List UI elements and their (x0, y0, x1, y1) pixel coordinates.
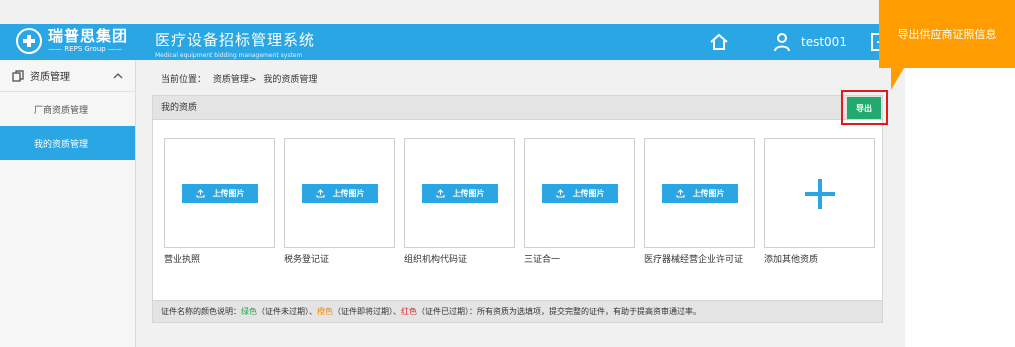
legend-red: 红色 (401, 307, 417, 316)
user-icon[interactable] (773, 32, 791, 52)
card-image-area: 上传图片 (284, 138, 395, 248)
callout-pointer (891, 68, 904, 90)
export-button[interactable]: 导出 (847, 97, 881, 119)
upload-button-label: 上传图片 (332, 189, 365, 198)
home-icon[interactable] (709, 32, 729, 52)
color-legend: 证件名称的颜色说明：绿色（证件未过期）、橙色（证件即将过期）、红色（证件已过期）… (153, 300, 882, 322)
qualification-card: 上传图片 营业执照 (164, 138, 275, 265)
system-title: 医疗设备招标管理系统 Medical equipment bidding man… (155, 29, 315, 59)
callout-tooltip: 导出供应商证照信息 (879, 0, 1015, 68)
qualification-card: 上传图片 医疗器械经营企业许可证 (644, 138, 755, 265)
upload-image-button[interactable]: 上传图片 (662, 184, 738, 203)
breadcrumb-link-qualification[interactable]: 资质管理> (213, 75, 257, 85)
system-title-en: Medical equipment bidding management sys… (155, 52, 303, 59)
sidebar-item-label: 厂商资质管理 (34, 105, 89, 116)
card-image-area: 上传图片 (164, 138, 275, 248)
legend-green-desc: （证件未过期）、 (257, 307, 317, 316)
upload-icon (195, 189, 205, 198)
app-shell: 瑞普思集团 —— REPS Group —— 医疗设备招标管理系统 Medica… (0, 0, 905, 347)
sidebar-item-label: 我的资质管理 (34, 139, 89, 150)
card-image-area: 上传图片 (404, 138, 515, 248)
breadcrumb-prefix: 当前位置： (161, 75, 207, 85)
qualification-card: 上传图片 组织机构代码证 (404, 138, 515, 265)
card-label: 营业执照 (164, 255, 201, 265)
brand-logo[interactable]: 瑞普思集团 —— REPS Group —— (16, 28, 128, 54)
upload-image-button[interactable]: 上传图片 (302, 184, 378, 203)
qualification-panel: 我的资质 上传图片 营业执照 上传图片 税务登记证 上传图片 组织机构代码证 上… (152, 95, 883, 323)
card-image-area: 上传图片 (644, 138, 755, 248)
upload-image-button[interactable]: 上传图片 (542, 184, 618, 203)
top-header: 瑞普思集团 —— REPS Group —— 医疗设备招标管理系统 Medica… (0, 24, 905, 60)
upload-image-button[interactable]: 上传图片 (422, 184, 498, 203)
qualification-card: 上传图片 税务登记证 (284, 138, 395, 265)
brand-name-cn: 瑞普思集团 (48, 27, 129, 45)
legend-orange-desc: （证件即将过期）、 (333, 307, 401, 316)
legend-orange: 橙色 (317, 307, 333, 316)
upload-image-button[interactable]: 上传图片 (182, 184, 258, 203)
add-card-area[interactable] (764, 138, 875, 248)
current-user[interactable]: test001 (801, 35, 847, 49)
brand-name-en: —— REPS Group —— (48, 45, 122, 53)
upload-icon (675, 189, 685, 198)
breadcrumb: 当前位置： 资质管理> 我的资质管理 (161, 72, 321, 85)
upload-button-label: 上传图片 (572, 189, 605, 198)
logo-cross-icon (16, 28, 42, 54)
plus-icon[interactable] (805, 179, 835, 209)
sidebar-item-vendor-qualification[interactable]: 厂商资质管理 (0, 92, 135, 126)
qualification-cards: 上传图片 营业执照 上传图片 税务登记证 上传图片 组织机构代码证 上传图片 三… (164, 138, 884, 265)
upload-button-label: 上传图片 (692, 189, 725, 198)
upload-button-label: 上传图片 (212, 189, 245, 198)
qualification-card: 上传图片 三证合一 (524, 138, 635, 265)
logo-text: 瑞普思集团 —— REPS Group —— (48, 29, 128, 53)
documents-icon (12, 69, 24, 82)
card-label: 添加其他资质 (764, 255, 819, 265)
upload-icon (555, 189, 565, 198)
upload-icon (435, 189, 445, 198)
upload-icon (315, 189, 325, 198)
add-qualification-card[interactable]: 添加其他资质 (764, 138, 875, 265)
upload-button-label: 上传图片 (452, 189, 485, 198)
breadcrumb-current: 我的资质管理 (263, 75, 318, 85)
legend-prefix: 证件名称的颜色说明： (161, 307, 241, 316)
system-title-cn: 医疗设备招标管理系统 (155, 31, 316, 49)
card-label: 三证合一 (524, 255, 561, 265)
sidebar-group-label: 资质管理 (30, 72, 70, 83)
card-image-area: 上传图片 (524, 138, 635, 248)
panel-title: 我的资质 (153, 96, 882, 120)
sidebar-item-my-qualification[interactable]: 我的资质管理 (0, 126, 135, 160)
card-label: 税务登记证 (284, 255, 330, 265)
legend-red-desc: （证件已过期）：所有资质为选填项，提交完整的证件，有助于提高资审通过率。 (417, 307, 701, 316)
chevron-up-icon[interactable] (113, 71, 123, 81)
card-label: 医疗器械经营企业许可证 (644, 255, 744, 265)
legend-green: 绿色 (241, 307, 257, 316)
card-label: 组织机构代码证 (404, 255, 468, 265)
sidebar-group-qualification[interactable]: 资质管理 (0, 60, 135, 92)
sidebar: 资质管理 厂商资质管理 我的资质管理 (0, 60, 136, 347)
